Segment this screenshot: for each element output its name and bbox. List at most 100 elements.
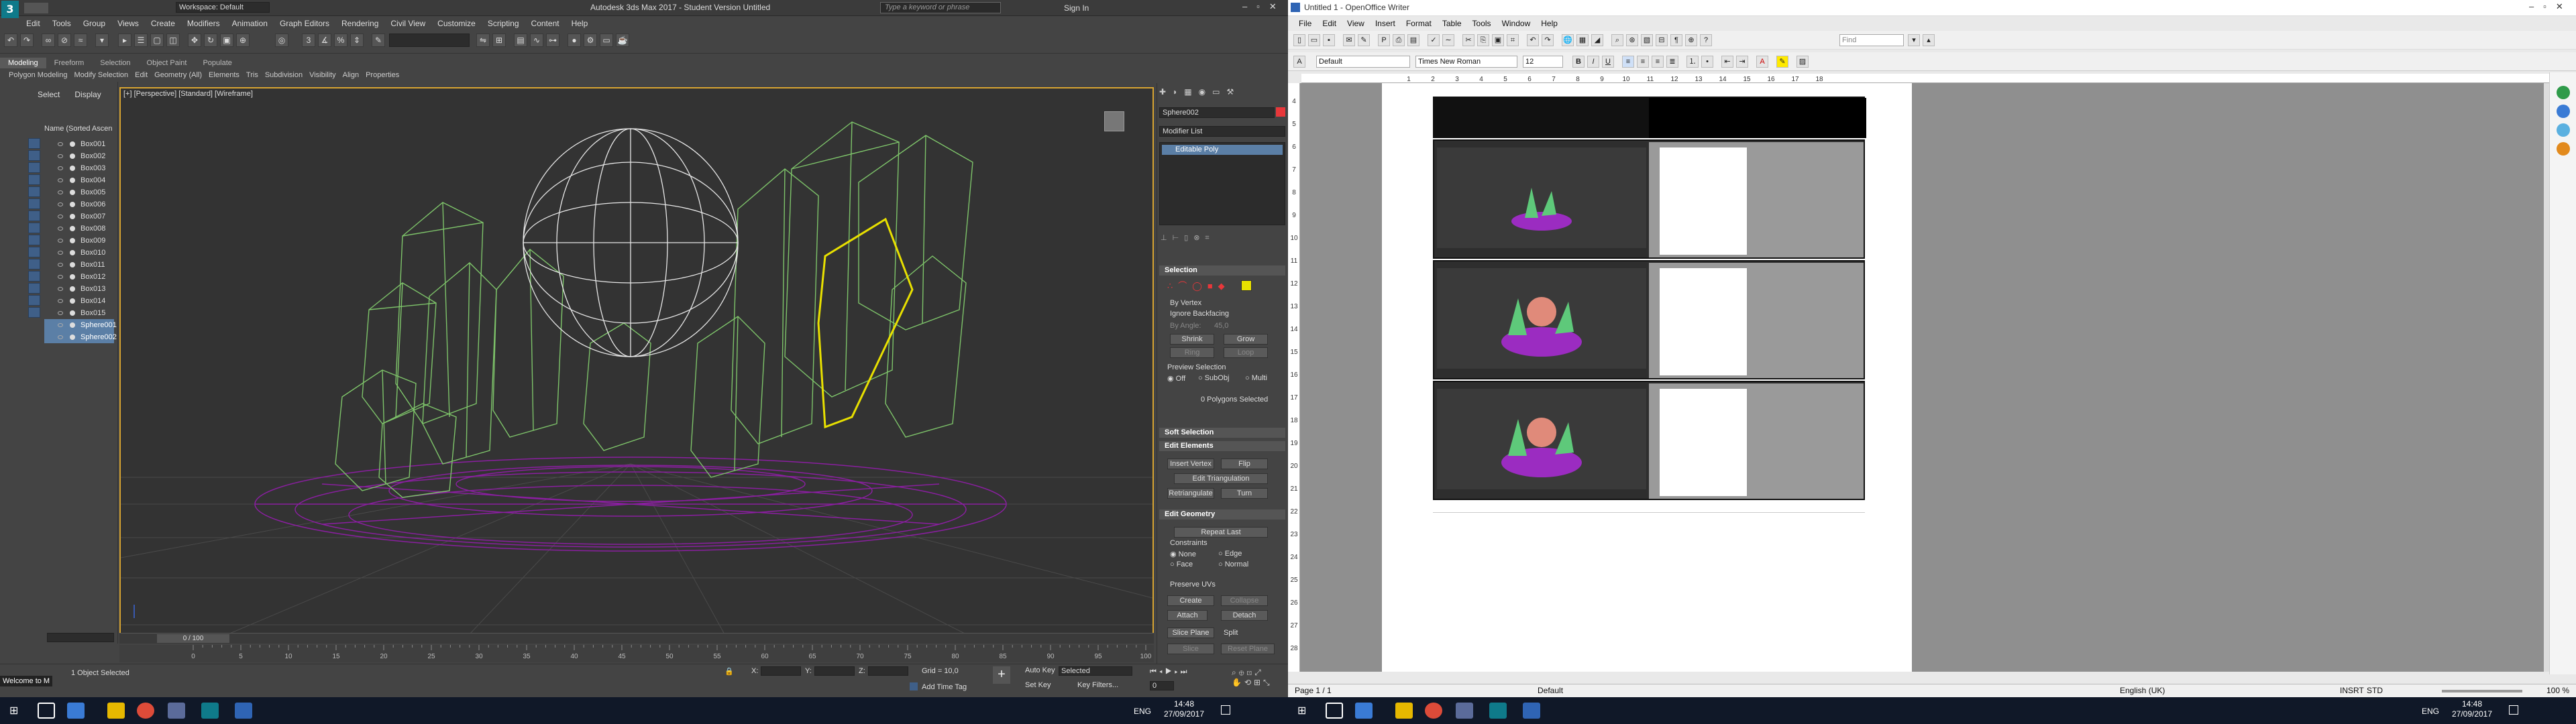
explorer-row[interactable]: Box010 — [44, 247, 114, 259]
constraint-normal-radio[interactable]: ○ Normal — [1218, 560, 1248, 568]
nonprinting-chars-icon[interactable]: ¶ — [1670, 34, 1682, 46]
visibility-eye-icon[interactable] — [58, 166, 63, 170]
preview-off-radio[interactable]: ◉ Off — [1167, 374, 1185, 383]
key-filters-button[interactable]: Key Filters... — [1077, 681, 1118, 689]
lock-icon[interactable]: 🔒 — [724, 667, 738, 678]
start-icon[interactable]: ⊞ — [9, 704, 23, 717]
explorer-row[interactable]: Box002 — [44, 150, 114, 162]
curve-editor-icon[interactable]: ∿ — [530, 34, 543, 47]
explorer-tab-display[interactable]: Display — [74, 90, 101, 99]
task-view-icon[interactable] — [38, 703, 55, 719]
filter-geometry-icon[interactable] — [28, 138, 40, 149]
font-color-icon[interactable]: A — [1756, 56, 1768, 68]
new-doc-icon[interactable]: ▯ — [1293, 34, 1305, 46]
add-time-tag[interactable]: Add Time Tag — [922, 683, 967, 691]
sign-in-button[interactable]: Sign In — [1064, 3, 1089, 13]
menu-item[interactable]: Customize — [431, 17, 482, 29]
layer-icon[interactable]: ▤ — [514, 34, 527, 47]
pdf-icon[interactable]: P — [1378, 34, 1390, 46]
filter-frozen-icon[interactable] — [28, 259, 40, 269]
explorer-row[interactable]: Box008 — [44, 223, 114, 235]
writer-vscrollbar[interactable] — [2544, 83, 2549, 672]
filter-helpers-icon[interactable] — [28, 186, 40, 197]
table-icon[interactable]: ▦ — [1576, 34, 1589, 46]
visibility-eye-icon[interactable] — [58, 239, 63, 243]
playback-controls[interactable]: ⏮◂▶▸⏭ — [1150, 668, 1230, 677]
constraint-none-radio[interactable]: ◉ None — [1170, 550, 1196, 558]
explorer-row[interactable]: Box014 — [44, 295, 114, 307]
zoom-slider[interactable] — [2442, 690, 2522, 692]
search-input[interactable]: Type a keyword or phrase — [880, 2, 1001, 13]
sidebar-styles-icon[interactable] — [2557, 105, 2570, 118]
justify-icon[interactable]: ≣ — [1666, 56, 1678, 68]
edit-triangulation-button[interactable]: Edit Triangulation — [1174, 473, 1268, 484]
window-controls[interactable]: –▫✕ — [1242, 1, 1287, 13]
increase-indent-icon[interactable]: ⇥ — [1736, 56, 1748, 68]
task-view-icon-2[interactable] — [1326, 703, 1343, 719]
menu-item[interactable]: Tools — [46, 17, 77, 29]
element-mode-icon[interactable] — [1241, 280, 1252, 291]
filter-spacewarps-icon[interactable] — [28, 198, 40, 209]
time-slider[interactable]: 0 / 100 — [157, 634, 229, 643]
spinner-snap-icon[interactable]: ⇕ — [350, 34, 364, 47]
rollout-selection[interactable]: Selection — [1159, 265, 1285, 276]
time-tag-icon[interactable] — [910, 682, 918, 690]
current-frame-field[interactable]: 0 — [1150, 681, 1174, 690]
max-logo-icon[interactable]: 3 — [1, 1, 19, 18]
tray-clock[interactable]: 14:48 27/09/2017 — [1161, 699, 1208, 719]
font-name-dropdown[interactable]: Times New Roman — [1415, 56, 1517, 68]
horizontal-ruler[interactable]: 1 2 3 4 5 6 7 8 9 10 11 12 13 14 15 16 17 18 — [1301, 74, 2563, 83]
viewport-nav-controls[interactable]: ⌕⊕⊡⤢ ✋⟲⊞⤡ — [1232, 668, 1285, 690]
hyperlink-icon[interactable]: 🌐 — [1562, 34, 1574, 46]
explorer-row[interactable]: Box004 — [44, 174, 114, 186]
filter-lights-icon[interactable] — [28, 162, 40, 173]
coord-z-field[interactable] — [868, 666, 908, 676]
find-replace-icon[interactable]: ⌕ — [1611, 34, 1623, 46]
constraint-edge-radio[interactable]: ○ Edge — [1218, 550, 1242, 558]
explorer-tab-select[interactable]: Select — [38, 90, 60, 99]
menu-item[interactable]: Graph Editors — [274, 17, 335, 29]
inserted-screenshot[interactable] — [1433, 139, 1865, 259]
tab-freeform[interactable]: Freeform — [46, 58, 93, 68]
freeze-icon[interactable] — [70, 154, 75, 159]
explorer-icon-2[interactable] — [1395, 703, 1413, 719]
italic-icon[interactable]: I — [1587, 56, 1599, 68]
rotate-icon[interactable]: ↻ — [204, 34, 217, 47]
filter-xrefs-icon[interactable] — [28, 223, 40, 233]
filter-cameras-icon[interactable] — [28, 174, 40, 185]
underline-icon[interactable]: U — [1602, 56, 1614, 68]
create-button[interactable]: Create — [1167, 595, 1214, 606]
visibility-eye-icon[interactable] — [58, 263, 63, 267]
writer-menu-item[interactable]: Edit — [1317, 17, 1342, 29]
visibility-eye-icon[interactable] — [58, 323, 63, 327]
filter-bones-icon[interactable] — [28, 235, 40, 245]
freeze-icon[interactable] — [70, 335, 75, 340]
styles-formatting-icon[interactable]: A — [1293, 56, 1305, 68]
font-size-dropdown[interactable]: 12 — [1523, 56, 1563, 68]
visibility-eye-icon[interactable] — [58, 202, 63, 206]
document-page[interactable] — [1382, 83, 1912, 672]
ignore-backfacing-checkbox[interactable]: Ignore Backfacing — [1170, 310, 1229, 318]
app-icon[interactable] — [168, 703, 185, 719]
tab-modeling[interactable]: Modeling — [0, 58, 46, 68]
explorer-row[interactable]: Sphere002 — [44, 331, 117, 343]
key-mode-dropdown[interactable]: Selected — [1059, 666, 1132, 676]
filter-groups-icon[interactable] — [28, 210, 40, 221]
menu-item[interactable]: Help — [566, 17, 594, 29]
notifications-icon[interactable] — [1221, 705, 1230, 715]
freeze-icon[interactable] — [70, 274, 75, 280]
save-icon[interactable]: ▪ — [1323, 34, 1335, 46]
menu-item[interactable]: Content — [525, 17, 566, 29]
constraint-face-radio[interactable]: ○ Face — [1170, 560, 1193, 568]
slice-plane-button[interactable]: Slice Plane — [1167, 627, 1214, 638]
freeze-icon[interactable] — [70, 202, 75, 207]
ribbon-panel[interactable]: Elements — [205, 70, 243, 80]
rollout-edit-elements[interactable]: Edit Elements — [1159, 441, 1285, 451]
clone-format-icon[interactable]: ⌗ — [1507, 34, 1519, 46]
freeze-icon[interactable] — [70, 310, 75, 316]
sidebar-properties-icon[interactable] — [2557, 86, 2570, 99]
rollout-soft-selection[interactable]: Soft Selection — [1159, 428, 1285, 438]
zoom-icon[interactable]: ⊕ — [1685, 34, 1697, 46]
tray-clock-2[interactable]: 14:48 27/09/2017 — [2449, 699, 2496, 719]
explorer-row[interactable]: Box012 — [44, 271, 114, 283]
